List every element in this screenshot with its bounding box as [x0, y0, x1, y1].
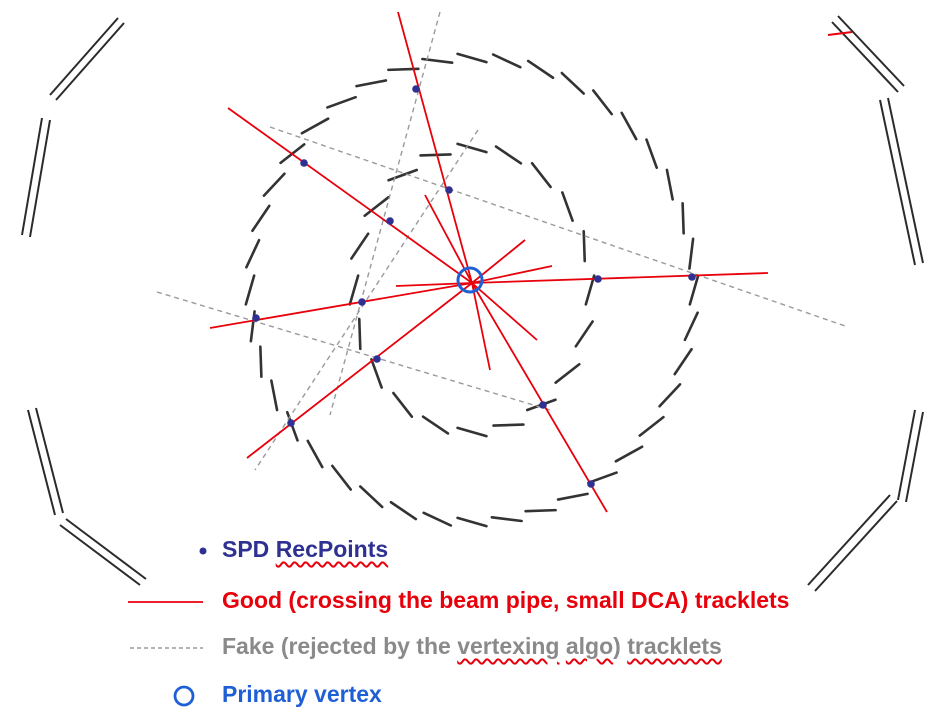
legend-recpoint-dot [199, 547, 207, 555]
good-tracklet [471, 272, 769, 284]
ladder-segment [421, 415, 450, 435]
ladder-segment [556, 492, 589, 501]
ladder-segment [554, 362, 581, 384]
ladder-segment [456, 142, 488, 154]
recpoint [358, 298, 366, 306]
ladder-segment [620, 111, 638, 141]
ladder-segment [524, 508, 557, 513]
recpoint [386, 217, 394, 225]
fake-tracklet [156, 291, 551, 411]
recpoint [539, 401, 547, 409]
ladder-segment [456, 516, 488, 528]
ladder-segment [526, 59, 555, 80]
ladder-segment [688, 237, 695, 270]
legend-good-tracklets: Good (crossing the beam pipe, small DCA)… [222, 587, 790, 613]
ladder-segment [330, 464, 353, 491]
legend-fake-text-1: Fake (rejected by the [222, 633, 458, 659]
fake-tracklet [269, 126, 849, 328]
ladder-segment [387, 168, 419, 182]
ladder-segment [490, 516, 523, 523]
legend-fake-word-algo: algo [565, 633, 614, 659]
ladder-segment [638, 415, 665, 437]
good-tracklets [209, 11, 769, 513]
ladder-segment [492, 423, 525, 427]
ladder-segment [326, 95, 357, 109]
ladder-segment [665, 168, 674, 201]
ladder-segment [673, 347, 693, 376]
recpoint [287, 419, 295, 427]
ladder-segment [419, 153, 452, 157]
recpoint [300, 159, 308, 167]
outer-detector-layer [21, 15, 924, 592]
ladder-segment [456, 52, 488, 64]
recpoint [445, 186, 453, 194]
outer-red-tick [827, 31, 853, 36]
fake-tracklets [156, 11, 849, 471]
spd-outer-layer [244, 52, 700, 528]
ladder-segment [456, 426, 488, 438]
ladder-segment [358, 485, 384, 509]
ladder-segment [244, 274, 256, 306]
ladder-segment [306, 439, 324, 469]
ladder-segment [561, 191, 574, 222]
legend-fake-text-3: ) [613, 633, 628, 659]
legend-recpoints-word: RecPoints [275, 536, 389, 562]
ladder-segment [270, 379, 279, 412]
ladder-segment [491, 53, 522, 69]
ladder-segment [658, 383, 682, 408]
recpoint [373, 355, 381, 363]
legend-recpoints: SPD RecPoints [222, 536, 388, 563]
ladder-segment [300, 117, 330, 135]
ladder-segment [560, 71, 586, 95]
ladder-segment [645, 138, 659, 170]
ladder-segment [251, 204, 271, 233]
recpoint [688, 273, 696, 281]
ladder-segment [530, 161, 552, 189]
recpoint [587, 480, 595, 488]
ladder-segment [259, 345, 263, 378]
good-tracklet [397, 11, 473, 284]
ladder-segment [681, 202, 685, 235]
ladder-segment [582, 229, 587, 263]
ladder-segment [262, 172, 286, 197]
legend-fake-word-tracklets: tracklets [627, 633, 722, 659]
ladder-segment [350, 232, 370, 260]
ladder-segment [245, 238, 261, 269]
legend-vertex-circle [173, 685, 195, 707]
spd-inner-layer [348, 142, 596, 438]
recpoint [252, 314, 260, 322]
legend-fake-tracklets: Fake (rejected by the vertexing algo) tr… [222, 633, 722, 660]
recpoint [594, 275, 602, 283]
ladder-segment [357, 317, 362, 351]
good-tracklet [471, 282, 608, 513]
legend-fake-word-vertexing: vertexing [457, 633, 560, 659]
legend-primary-vertex: Primary vertex [222, 681, 382, 707]
ladder-segment [494, 145, 523, 165]
ladder-segment [392, 391, 414, 419]
legend-recpoints-prefix: SPD [222, 536, 276, 562]
recpoint [412, 85, 420, 93]
ladder-segment [348, 274, 360, 306]
ladder-segment [591, 89, 614, 116]
ladder-segment [370, 358, 383, 389]
ladder-segment [422, 511, 453, 527]
ladder-segment [355, 79, 388, 88]
event-display [21, 11, 924, 707]
ladder-segment [683, 311, 699, 342]
ladder-segment [614, 445, 644, 463]
ladder-segment [389, 500, 418, 521]
ladder-segment [574, 320, 594, 348]
